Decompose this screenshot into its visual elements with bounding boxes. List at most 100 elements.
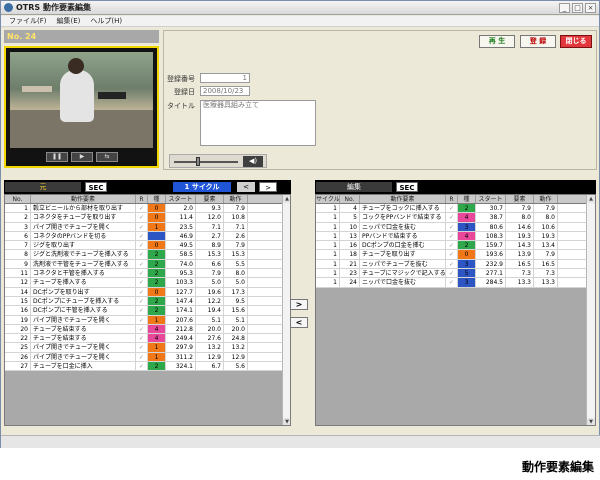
- video-player: ❚❚ ▶ ⇆: [4, 46, 159, 168]
- volume-slider[interactable]: [196, 157, 200, 166]
- row-category: 0: [148, 287, 166, 296]
- table-row[interactable]: 2 コネクタをチューブを取り出す ✓ 0 11.4 12.0 10.8: [5, 213, 290, 223]
- row-elem-time: 7.3: [506, 269, 534, 278]
- row-no: 16: [340, 241, 360, 250]
- table-row[interactable]: 1 21 ニッパでチューブを抜む ✓ 3 232.9 16.5 16.5: [316, 259, 595, 270]
- row-category: 2: [148, 250, 166, 259]
- row-act-time: 24.8: [224, 334, 248, 343]
- col-no: No.: [340, 195, 360, 203]
- row-act-time: 13.4: [534, 241, 558, 250]
- table-row[interactable]: 26 パイプ開きでチューブを開く ✓ 1 311.2 12.9 12.9: [5, 352, 290, 363]
- table-row[interactable]: 1 16 DCポンプの口金を挿む ✓ 2 159.7 14.3 13.4: [316, 241, 595, 251]
- row-element: DCポンプに干管を挿入する: [31, 306, 136, 315]
- row-start: 30.7: [476, 204, 506, 213]
- row-category: 2: [148, 269, 166, 278]
- move-left-button[interactable]: <: [290, 317, 308, 328]
- register-button[interactable]: 登 録: [520, 35, 556, 48]
- title-label: タイトル: [167, 102, 195, 110]
- left-sec-toggle[interactable]: SEC: [85, 182, 107, 192]
- row-element: DCポンプを取り出す: [31, 287, 136, 296]
- table-row[interactable]: 11 コネクタと干管を挿入する ✓ 2 95.3 7.9 8.0: [5, 269, 290, 279]
- playback-button[interactable]: 再 生: [479, 35, 515, 48]
- row-start: 23.5: [166, 222, 196, 231]
- row-cycle: 1: [316, 231, 340, 241]
- row-start: 58.5: [166, 250, 196, 259]
- row-r-check: ✓: [136, 296, 148, 306]
- maximize-button[interactable]: □: [572, 3, 583, 13]
- table-row[interactable]: 1 4 チューブをコックに挿入する ✓ 2 30.7 7.9 7.9: [316, 204, 595, 214]
- speaker-icon[interactable]: ◀): [243, 156, 263, 167]
- cycle-selector[interactable]: 1 サイクル: [173, 182, 231, 192]
- table-row[interactable]: 25 パイプ開きでチューブを開く ✓ 1 297.9 13.2 13.2: [5, 343, 290, 353]
- row-start: 49.5: [166, 241, 196, 250]
- row-r-check: ✓: [136, 334, 148, 343]
- table-row[interactable]: 1 5 コックをPPバンドで結束する ✓ 4 38.7 8.0 8.0: [316, 213, 595, 223]
- table-row[interactable]: 1 24 ニッパで口金を抜む ✓ 3 284.5 13.3 13.3: [316, 278, 595, 288]
- table-row[interactable]: 1 穀立ビニールから部材を取り出す ✓ 0 2.0 9.3 7.9: [5, 204, 290, 214]
- table-row[interactable]: 20 チューブを結束する ✓ 4 212.8 20.0 20.0: [5, 324, 290, 335]
- row-act-time: 9.5: [224, 296, 248, 306]
- col-elem-time: 要素: [196, 195, 224, 203]
- reg-no-field[interactable]: 1: [200, 73, 250, 83]
- table-row[interactable]: 1 10 ニッパで口金を抜む ✓ 3 80.6 14.6 10.6: [316, 222, 595, 232]
- row-r-check: ✓: [136, 204, 148, 213]
- row-r-check: ✓: [136, 250, 148, 259]
- table-row[interactable]: 8 ジグと洗剤液でチューブを挿入する ✓ 2 58.5 15.3 15.3: [5, 250, 290, 260]
- cycle-next-button[interactable]: >: [259, 182, 277, 192]
- close-window-button[interactable]: ×: [585, 3, 596, 13]
- loop-icon[interactable]: ⇆: [96, 152, 118, 162]
- table-row[interactable]: 1 18 チューブを取り出す ✓ 0 193.6 13.9 7.9: [316, 250, 595, 260]
- row-elem-time: 5.0: [196, 278, 224, 287]
- title-field[interactable]: 医療器具組み立て: [200, 100, 316, 146]
- row-start: 147.4: [166, 296, 196, 306]
- col-elem-time: 要素: [506, 195, 534, 203]
- row-category: 5: [458, 269, 476, 278]
- row-elem-time: 12.9: [196, 352, 224, 362]
- row-category: 4: [458, 231, 476, 241]
- table-row[interactable]: 22 チューブを結束する ✓ 4 249.4 27.6 24.8: [5, 334, 290, 344]
- row-r-check: ✓: [446, 250, 458, 259]
- table-row[interactable]: 15 DCポンプにチューブを挿入する ✓ 2 147.4 12.2 9.5: [5, 296, 290, 307]
- table-row[interactable]: 27 チューブを口金に挿入 ✓ 2 324.1 6.7 5.6: [5, 362, 290, 372]
- row-no: 2: [5, 213, 31, 222]
- row-r-check: ✓: [446, 231, 458, 241]
- table-row[interactable]: 12 チューブを挿入する ✓ 2 103.3 5.0 5.0: [5, 278, 290, 288]
- move-right-button[interactable]: >: [290, 299, 308, 310]
- table-row[interactable]: 14 DCポンプを取り出す ✓ 0 127.7 19.6 17.3: [5, 287, 290, 297]
- row-start: 193.6: [476, 250, 506, 259]
- row-no: 14: [5, 287, 31, 296]
- reg-date-field[interactable]: 2008/10/23: [200, 86, 250, 96]
- play-icon[interactable]: ▶: [71, 152, 93, 162]
- row-element: パイプ開きでチューブを開く: [31, 343, 136, 352]
- minimize-button[interactable]: _: [559, 3, 570, 13]
- row-start: 232.9: [476, 259, 506, 269]
- right-scrollbar[interactable]: ▲ ▼: [586, 195, 595, 425]
- table-row[interactable]: 9 洗剤液で干管をチューブを挿入する ✓ 2 74.0 6.6 5.5: [5, 259, 290, 270]
- table-row[interactable]: 6 コネクタのPPバンドを切る ✓ 46.9 2.7 2.6: [5, 231, 290, 242]
- table-row[interactable]: 7 ジグを取り出す ✓ 0 49.5 8.9 7.9: [5, 241, 290, 251]
- menu-help[interactable]: ヘルプ(H): [90, 16, 122, 26]
- left-scrollbar[interactable]: ▲ ▼: [282, 195, 290, 425]
- table-row[interactable]: 1 23 チューブにマジックで記入する ✓ 5 277.1 7.3 7.3: [316, 269, 595, 279]
- source-table: No. 動作要素 R 種 スタート 要素 動作 1 穀立ビニールから部材を取り出す…: [4, 194, 291, 426]
- col-element: 動作要素: [360, 195, 446, 203]
- table-row[interactable]: 3 パイプ開きでチューブを開く ✓ 1 23.5 7.1 7.1: [5, 222, 290, 232]
- cycle-prev-button[interactable]: <: [237, 182, 255, 192]
- table-row[interactable]: 1 13 PPバンドで結束する ✓ 4 108.3 19.3 19.3: [316, 231, 595, 242]
- row-start: 80.6: [476, 222, 506, 231]
- right-sec-toggle[interactable]: SEC: [396, 182, 418, 192]
- pause-button[interactable]: ❚❚: [46, 152, 68, 162]
- col-start: スタート: [166, 195, 196, 203]
- row-r-check: ✓: [136, 343, 148, 352]
- row-element: コネクタのPPバンドを切る: [31, 231, 136, 241]
- row-element: チューブを結束する: [31, 324, 136, 334]
- table-row[interactable]: 19 パイプ開きでチューブを開く ✓ 1 207.6 5.1 5.1: [5, 315, 290, 325]
- table-row[interactable]: 16 DCポンプに干管を挿入する ✓ 2 174.1 19.4 15.6: [5, 306, 290, 316]
- menu-edit[interactable]: 編集(E): [57, 16, 81, 26]
- row-act-time: 5.5: [224, 259, 248, 269]
- row-r-check: ✓: [446, 278, 458, 287]
- row-r-check: ✓: [446, 222, 458, 231]
- row-act-time: 5.6: [224, 362, 248, 371]
- close-button[interactable]: 閉じる: [560, 35, 592, 48]
- menu-file[interactable]: ファイル(F): [9, 16, 47, 26]
